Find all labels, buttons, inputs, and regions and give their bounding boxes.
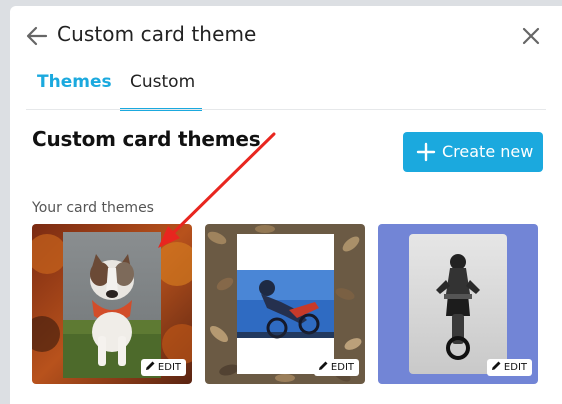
pencil-icon bbox=[145, 361, 155, 370]
pencil-icon bbox=[318, 361, 328, 370]
edit-button[interactable]: EDIT bbox=[313, 359, 359, 376]
create-new-label: Create new bbox=[442, 142, 534, 161]
card-theme-motocross-blue[interactable]: EDIT bbox=[378, 224, 538, 384]
card-theme-dog[interactable]: EDIT bbox=[32, 224, 192, 384]
edit-button[interactable]: EDIT bbox=[486, 359, 532, 376]
section-title: Custom card themes bbox=[32, 127, 261, 151]
create-new-button[interactable]: Create new bbox=[403, 132, 543, 172]
edit-label: EDIT bbox=[503, 362, 527, 373]
tab-divider bbox=[26, 109, 546, 110]
dialog-title: Custom card theme bbox=[57, 22, 257, 46]
tab-custom[interactable]: Custom bbox=[130, 72, 195, 92]
pencil-icon bbox=[491, 361, 501, 370]
tab-bar: Themes Custom bbox=[36, 72, 562, 111]
edit-label: EDIT bbox=[330, 362, 354, 373]
edit-button[interactable]: EDIT bbox=[140, 359, 186, 376]
close-icon[interactable] bbox=[520, 25, 542, 47]
card-theme-motocross-leaves[interactable]: EDIT bbox=[205, 224, 365, 384]
dialog-header: Custom card theme bbox=[10, 6, 562, 64]
tab-themes[interactable]: Themes bbox=[37, 72, 112, 92]
your-card-themes-heading: Your card themes bbox=[32, 200, 154, 216]
plus-icon bbox=[416, 142, 436, 162]
arrow-left-icon[interactable] bbox=[26, 25, 48, 47]
custom-card-theme-dialog: Custom card theme Themes Custom Custom c… bbox=[10, 6, 562, 404]
edit-label: EDIT bbox=[157, 362, 181, 373]
